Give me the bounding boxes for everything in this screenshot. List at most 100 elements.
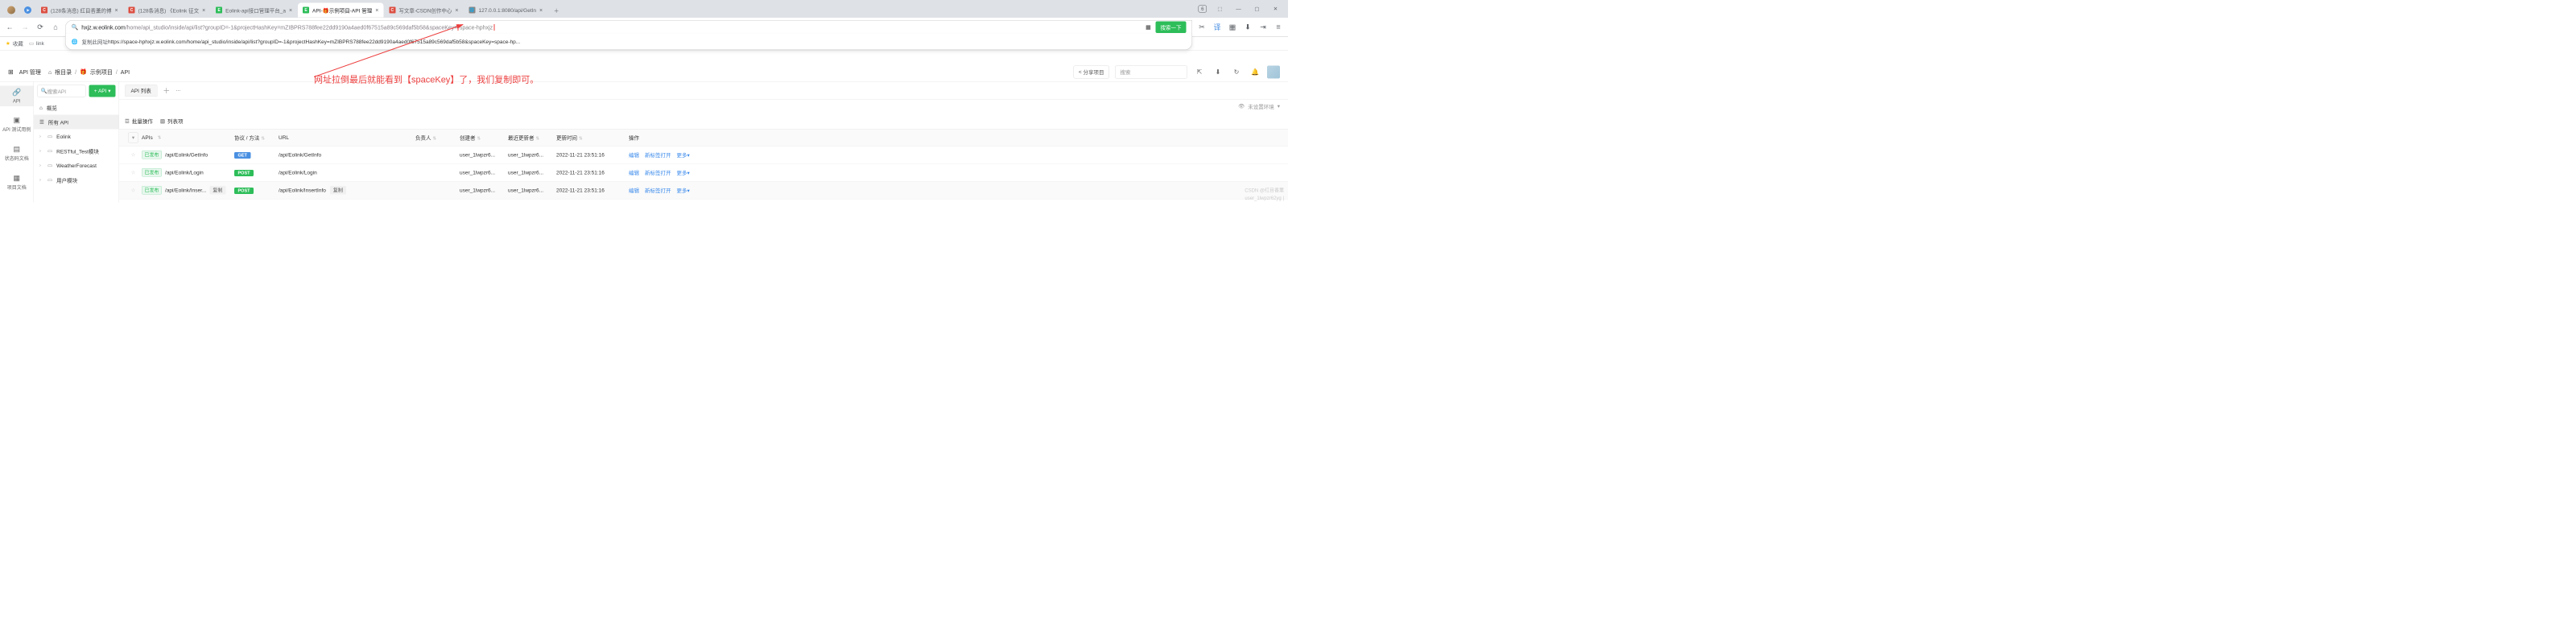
edit-link[interactable]: 编辑 [629,169,639,177]
notification-icon[interactable]: 🔔 [1249,65,1261,78]
bookmark-favorites[interactable]: ★收藏 [6,39,23,47]
export-icon[interactable]: ⇱ [1193,65,1206,78]
app-toolbar: ⊞ API 管理 ⌂ 根目录 / 🎁 示例项目 / API < 分享项目 搜索 … [0,63,1288,82]
minimize-button[interactable]: ― [1229,2,1248,16]
env-label[interactable]: 未设置环境 [1248,102,1274,110]
scissors-icon[interactable]: ✂ [1196,22,1208,33]
more-link[interactable]: 更多▾ [677,169,690,177]
close-tab-icon[interactable]: × [202,7,205,14]
url-highlight-spacekey: space-hphxjz [457,24,494,31]
tab-api-list[interactable]: API 列表 [125,85,157,97]
more-link[interactable]: 更多▾ [677,151,690,159]
close-tab-icon[interactable]: × [455,7,458,14]
browser-tab[interactable]: EEolink-api接口管理平台_a× [211,3,297,18]
table-row[interactable]: ☆ 已发布/api/Eolink/GetInfo GET /api/Eolink… [119,146,1288,164]
user-avatar[interactable] [1267,65,1280,78]
rail-item[interactable]: ▣API 测试用例 [0,113,34,135]
qr-icon[interactable]: ▦ [1144,23,1152,31]
new-tab-button[interactable]: ＋ [548,3,564,18]
sidebar-folder[interactable]: ›▭用户模块 [34,173,119,188]
global-search-input[interactable]: 搜索 [1115,65,1187,78]
sidebar-folder[interactable]: ›▭Eolink [34,130,119,144]
open-new-tab-link[interactable]: 新标签打开 [645,169,671,177]
edit-link[interactable]: 编辑 [629,151,639,159]
back-button[interactable]: ← [4,22,15,33]
rail-label: 项目文档 [7,184,27,192]
edit-link[interactable]: 编辑 [629,187,639,195]
history-icon[interactable]: ↻ [1230,65,1243,78]
watermark: CSDN @红目香薰 [1245,187,1284,194]
grid-icon[interactable]: ▦ [1227,22,1238,33]
method-badge: POST [234,188,254,194]
menu-icon[interactable]: ≡ [1273,22,1284,33]
sidebar-all-api[interactable]: ☰所有 API [34,115,119,130]
sidebar-folder[interactable]: ›▭WeatherForecast [34,159,119,173]
copy-button[interactable]: 复制 [209,186,225,195]
row-select-toggle[interactable]: ▾ [128,132,138,142]
download-icon[interactable]: ⬇ [1212,65,1224,78]
address-bar[interactable]: 🔍 hxjz.w.eolink.com/home/api_studio/insi… [65,20,1192,34]
sidebar-folder[interactable]: ›▭RESTful_Test模块 [34,144,119,159]
crumb-project[interactable]: 示例项目 [90,68,113,76]
home-icon[interactable]: ⌂ [48,68,52,75]
close-tab-icon[interactable]: × [114,7,118,14]
search-button[interactable]: 搜索一下 [1155,22,1186,34]
close-window-button[interactable]: ✕ [1266,2,1285,16]
sort-icon[interactable]: ⇅ [477,136,481,141]
star-icon[interactable]: ☆ [125,151,142,158]
eye-icon[interactable]: 👁 [1238,103,1245,109]
ext-icon[interactable]: ⬚ [1211,2,1229,16]
browser-tab[interactable]: EAPI-🎁示例项目-API 管理× [298,3,383,18]
download-icon[interactable]: ⬇ [1242,22,1253,33]
close-tab-icon[interactable]: × [289,7,292,14]
browser-tab[interactable]: C(128条消息) 红目香薰的博× [36,3,123,18]
star-icon[interactable]: ☆ [125,187,142,193]
home-button[interactable]: ⌂ [50,22,61,33]
apps-icon[interactable]: ⊞ [8,68,14,76]
columns-button[interactable]: ▥列表项 [160,118,184,126]
tab-counter[interactable]: 6 [1199,6,1207,13]
pinned-tab-nav[interactable]: ➤ [20,3,35,18]
open-new-tab-link[interactable]: 新标签打开 [645,187,671,195]
maximize-button[interactable]: ▢ [1248,2,1266,16]
reload-button[interactable]: ⟳ [35,22,46,33]
browser-tab[interactable]: C(128条消息) 《Eolink 征文× [124,3,211,18]
search-api-input[interactable]: 🔍 搜索API [37,85,86,97]
sort-icon[interactable]: ⇅ [536,136,540,141]
chevron-down-icon: ▾ [687,170,690,176]
add-api-button[interactable]: + API ▾ [89,85,116,97]
time-cell: 2022-11-21 23:51:16 [556,188,629,194]
logout-icon[interactable]: ⇥ [1257,22,1269,33]
copy-button[interactable]: 复制 [330,186,346,195]
tab-label: 写文章-CSDN创作中心 [398,6,452,14]
crumb-root[interactable]: 根目录 [55,68,72,76]
bookmark-link[interactable]: ▭link [29,40,44,47]
share-button[interactable]: < 分享项目 [1073,65,1109,78]
rail-item[interactable]: ▤状态码文档 [0,142,34,164]
browser-tab[interactable]: C写文章-CSDN创作中心× [384,3,463,18]
sort-icon[interactable]: ⇅ [579,136,583,141]
pinned-tab-avatar[interactable] [3,3,19,18]
rail-item[interactable]: 🔗API [0,86,34,107]
star-icon[interactable]: ☆ [125,169,142,175]
sort-icon[interactable]: ⇅ [158,135,162,141]
forward-button[interactable]: → [19,22,31,33]
table-row[interactable]: ☆ 已发布/api/Eolink/Inser...复制 POST /api/Eo… [119,182,1288,200]
translate-icon[interactable]: 译 [1212,22,1223,33]
open-new-tab-link[interactable]: 新标签打开 [645,151,671,159]
close-tab-icon[interactable]: × [375,7,378,14]
more-tabs-button[interactable]: ⋯ [175,87,181,93]
close-tab-icon[interactable]: × [539,7,543,14]
url-suggestion[interactable]: 🌐 复制此网址 https://space-hphxjz.w.eolink.co… [65,34,1192,50]
batch-ops-button[interactable]: ☲批量操作 [125,118,153,126]
browser-tab[interactable]: 🌐127.0.0.1:8080/api/GetIn× [464,3,547,18]
crumb-manage[interactable]: API 管理 [19,68,41,76]
add-tab-button[interactable]: ＋ [163,85,170,96]
sort-icon[interactable]: ⇅ [261,136,265,141]
folder-icon: ▭ [47,163,52,169]
table-row[interactable]: ☆ 已发布/api/Eolink/Login POST /api/Eolink/… [119,164,1288,182]
more-link[interactable]: 更多▾ [677,187,690,195]
sort-icon[interactable]: ⇅ [433,136,437,141]
sidebar-overview[interactable]: ⌂概览 [34,101,119,115]
rail-item[interactable]: ▦项目文档 [0,171,34,193]
